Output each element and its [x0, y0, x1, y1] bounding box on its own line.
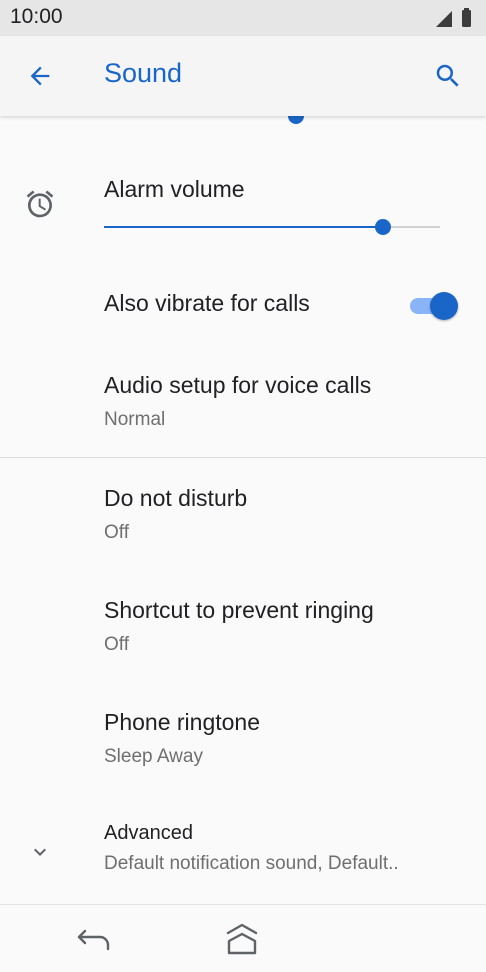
vibrate-for-calls-toggle[interactable]: [410, 292, 458, 320]
settings-list[interactable]: Alarm volume Also vibrate for calls Audi…: [0, 116, 486, 904]
page-title: Sound: [104, 58, 183, 88]
vibrate-for-calls-label: Also vibrate for calls: [104, 290, 310, 316]
alarm-clock-icon: [26, 190, 54, 218]
advanced-summary: Default notification sound, Default..: [104, 853, 399, 874]
alarm-volume-row: Alarm volume: [0, 166, 486, 248]
app-bar: Sound: [0, 36, 486, 116]
prevent-ringing-item[interactable]: Shortcut to prevent ringing Off: [0, 570, 486, 682]
phone-ringtone-value: Sleep Away: [104, 746, 203, 767]
media-volume-slider-thumb[interactable]: [288, 116, 304, 124]
nav-home-icon: [226, 923, 258, 955]
battery-icon: [462, 10, 471, 27]
alarm-volume-slider-thumb[interactable]: [374, 219, 391, 235]
search-button[interactable]: [426, 54, 470, 98]
do-not-disturb-label: Do not disturb: [104, 485, 248, 511]
status-time: 10:00: [10, 5, 63, 28]
prevent-ringing-label: Shortcut to prevent ringing: [104, 597, 374, 623]
search-icon: [436, 64, 459, 87]
audio-setup-item[interactable]: Audio setup for voice calls Normal: [0, 342, 486, 442]
do-not-disturb-value: Off: [104, 522, 129, 543]
advanced-label: Advanced: [104, 822, 193, 844]
advanced-item[interactable]: Advanced Default notification sound, Def…: [0, 794, 486, 898]
navigation-bar: [0, 904, 486, 972]
nav-back-icon: [77, 929, 110, 951]
audio-setup-label: Audio setup for voice calls: [104, 372, 372, 398]
prevent-ringing-value: Off: [104, 634, 129, 655]
alarm-volume-slider-fill: [104, 226, 383, 228]
nav-home-button[interactable]: [220, 917, 264, 961]
status-bar: 10:00: [0, 0, 486, 36]
battery-tip: [464, 8, 469, 11]
alarm-volume-label: Alarm volume: [104, 176, 245, 202]
do-not-disturb-item[interactable]: Do not disturb Off: [0, 458, 486, 570]
alarm-volume-slider[interactable]: [104, 219, 440, 235]
chevron-down-icon[interactable]: [28, 840, 52, 864]
phone-ringtone-label: Phone ringtone: [104, 709, 261, 735]
toggle-thumb: [430, 292, 458, 320]
arrow-back-icon: [30, 66, 50, 86]
back-button[interactable]: [18, 54, 62, 98]
nav-back-button[interactable]: [72, 921, 116, 957]
status-icons: [436, 8, 471, 27]
cellular-signal-icon: [436, 11, 452, 27]
sound-settings-screen: 10:00 Sound Alarm volume Also vibrate fo…: [0, 0, 486, 972]
vibrate-for-calls-row[interactable]: Also vibrate for calls: [0, 266, 486, 342]
audio-setup-value: Normal: [104, 409, 166, 430]
phone-ringtone-item[interactable]: Phone ringtone Sleep Away: [0, 682, 486, 794]
